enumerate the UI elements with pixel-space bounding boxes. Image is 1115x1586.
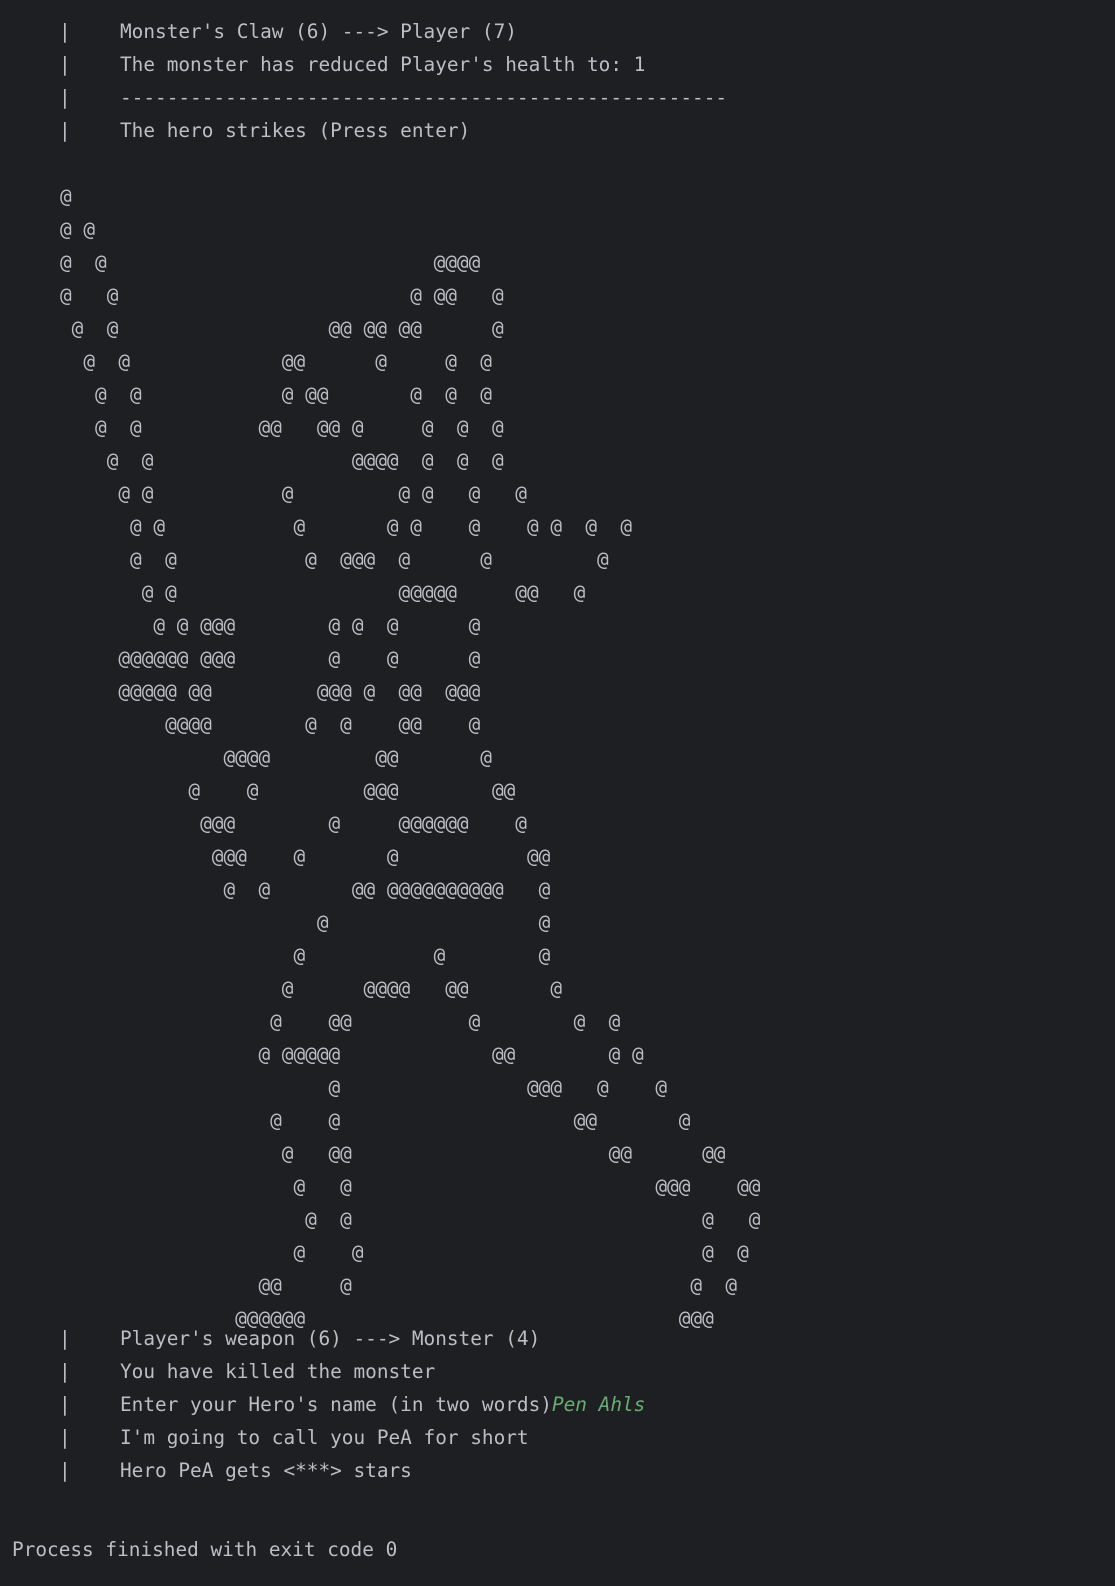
ascii-art-battle: @ @ @ @ @ @@@@ @ @ @ @@ @ @ @ @@ @@ @@ @… bbox=[60, 185, 761, 1330]
output-bar: | bbox=[59, 119, 71, 142]
process-exit-message: Process finished with exit code 0 bbox=[12, 1538, 398, 1561]
output-line-name-prompt: | Enter your Hero's name (in two words)P… bbox=[0, 1388, 645, 1421]
output-line-stars: | Hero PeA gets <***> stars bbox=[0, 1454, 412, 1487]
output-text: Hero PeA gets <***> stars bbox=[120, 1459, 412, 1482]
output-line-nickname: | I'm going to call you PeA for short bbox=[0, 1421, 529, 1454]
output-bar: | bbox=[59, 53, 71, 76]
output-bar: | bbox=[59, 1360, 71, 1383]
output-text: The hero strikes (Press enter) bbox=[120, 119, 471, 142]
run-console-output[interactable]: | Monster's Claw (6) ---> Player (7) | T… bbox=[0, 0, 1115, 1585]
output-text: ----------------------------------------… bbox=[120, 86, 728, 109]
output-text: Monster's Claw (6) ---> Player (7) bbox=[120, 20, 517, 43]
output-line-health: | The monster has reduced Player's healt… bbox=[0, 48, 645, 81]
output-text: Enter your Hero's name (in two words)Pen… bbox=[120, 1388, 645, 1421]
output-bar: | bbox=[59, 1426, 71, 1449]
output-bar: | bbox=[59, 86, 71, 109]
output-bar: | bbox=[59, 1327, 71, 1350]
output-bar: | bbox=[59, 20, 71, 43]
output-line-hero-strikes: | The hero strikes (Press enter) bbox=[0, 114, 470, 147]
output-text: I'm going to call you PeA for short bbox=[120, 1426, 529, 1449]
output-text: Player's weapon (6) ---> Monster (4) bbox=[120, 1327, 541, 1350]
name-prompt-text: Enter your Hero's name (in two words) bbox=[120, 1393, 552, 1416]
output-bar: | bbox=[59, 1459, 71, 1482]
output-line-attack: | Monster's Claw (6) ---> Player (7) bbox=[0, 15, 517, 48]
output-line-killed: | You have killed the monster bbox=[0, 1355, 435, 1388]
output-line-separator: | --------------------------------------… bbox=[0, 81, 727, 114]
output-text: You have killed the monster bbox=[120, 1360, 436, 1383]
user-input-echo: Pen Ahls bbox=[551, 1393, 646, 1416]
output-line-weapon: | Player's weapon (6) ---> Monster (4) bbox=[0, 1322, 540, 1355]
output-bar: | bbox=[59, 1393, 71, 1416]
output-text: The monster has reduced Player's health … bbox=[120, 53, 646, 76]
